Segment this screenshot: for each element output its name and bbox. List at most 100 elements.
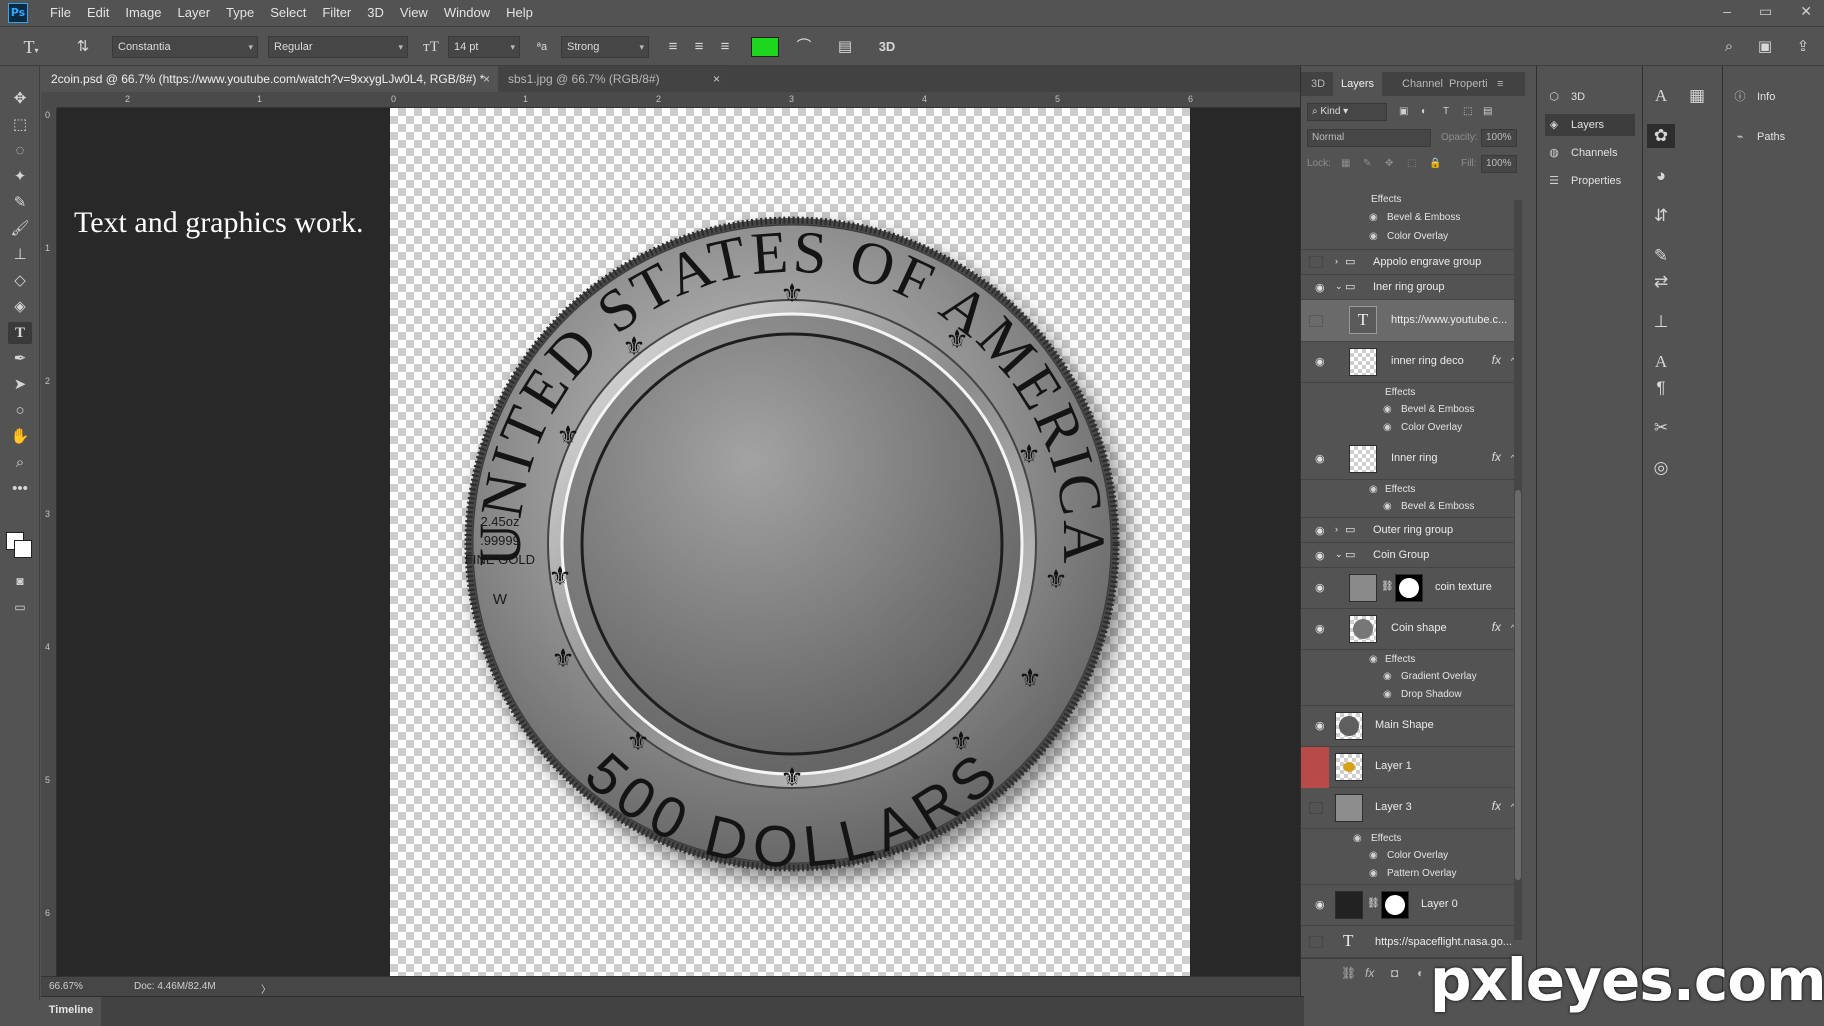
gear-icon[interactable]: ✿ xyxy=(1647,124,1675,148)
layer-row[interactable]: ◉ ⛓ coin texture xyxy=(1301,568,1521,609)
collapse-icon[interactable]: ⌄ xyxy=(1335,281,1343,292)
background-color-swatch[interactable] xyxy=(14,540,32,558)
eye-icon[interactable]: ◉ xyxy=(1383,422,1392,433)
ellipse-tool-icon[interactable]: ○ xyxy=(8,400,32,422)
brush-icon[interactable]: ✎ xyxy=(1647,244,1675,268)
lock-move-icon[interactable]: ✥ xyxy=(1385,158,1393,169)
dock-3d[interactable]: ⬡ 3D xyxy=(1545,86,1635,108)
menu-image[interactable]: Image xyxy=(117,0,169,25)
dock-channels[interactable]: ◍ Channels xyxy=(1545,142,1635,164)
effect-gradient-overlay[interactable]: Gradient Overlay xyxy=(1401,671,1477,682)
brush-tool-icon[interactable]: 🖌 xyxy=(8,218,32,240)
dock-properties[interactable]: ☰ Properties xyxy=(1545,170,1635,192)
scrollbar-thumb[interactable] xyxy=(1515,490,1521,880)
layer-row[interactable]: ◉ Main Shape xyxy=(1301,706,1521,747)
menu-select[interactable]: Select xyxy=(262,0,314,25)
kind-filter-select[interactable]: ⌕ Kind ▾ xyxy=(1307,103,1387,121)
eye-icon[interactable]: ◉ xyxy=(1315,281,1325,294)
effect-bevel-emboss[interactable]: Bevel & Emboss xyxy=(1401,501,1474,512)
eye-icon[interactable]: ◉ xyxy=(1315,452,1325,465)
table-icon[interactable]: ▦ xyxy=(1683,84,1711,108)
layer-name[interactable]: Appolo engrave group xyxy=(1373,256,1481,268)
layer-row[interactable]: ◉ › ▭ Outer ring group xyxy=(1301,518,1521,543)
document-canvas[interactable]: UNITED STATES OF AMERICA 500 DOLLARS 2.4… xyxy=(390,108,1190,976)
layer-name[interactable]: https://www.youtube.c... xyxy=(1391,314,1507,326)
tab-close-icon[interactable]: × xyxy=(713,66,720,92)
visibility-toggle[interactable] xyxy=(1309,315,1323,327)
text-tool-preset-icon[interactable]: T▾ xyxy=(18,36,44,58)
collapse-icon[interactable]: ⌄ xyxy=(1335,549,1343,560)
fx-icon[interactable]: fx xyxy=(1492,450,1501,464)
filter-adjustment-icon[interactable]: ◐ xyxy=(1421,106,1427,117)
character-icon[interactable]: A xyxy=(1647,84,1675,108)
dock-info[interactable]: ⓘ Info xyxy=(1731,86,1821,108)
layer-row[interactable]: ◉ Coin shape fx ^ xyxy=(1301,609,1521,650)
type-tool-icon[interactable]: T xyxy=(8,322,32,344)
filter-smart-icon[interactable]: ▤ xyxy=(1483,106,1492,117)
layer-name[interactable]: Layer 3 xyxy=(1375,801,1412,813)
eye-icon[interactable]: ◉ xyxy=(1383,501,1392,512)
eye-icon[interactable]: ◉ xyxy=(1353,833,1362,844)
effect-bevel-emboss[interactable]: Bevel & Emboss xyxy=(1401,404,1474,415)
minimize-icon[interactable]: – xyxy=(1723,3,1731,19)
search-icon[interactable]: ⌕ xyxy=(1718,36,1740,58)
layers-scrollbar[interactable] xyxy=(1514,200,1522,940)
layer-mask-thumbnail[interactable] xyxy=(1381,891,1409,919)
layer-name[interactable]: Outer ring group xyxy=(1373,524,1453,536)
screen-mode-icon[interactable]: ▭ xyxy=(8,596,32,618)
hand-tool-icon[interactable]: ✋ xyxy=(8,426,32,448)
share-icon[interactable]: ⇪ xyxy=(1792,36,1814,58)
text-color-swatch[interactable] xyxy=(751,37,779,57)
layer-row[interactable]: Layer 3 fx ^ xyxy=(1301,788,1521,829)
font-family-select[interactable]: Constantia ▾ xyxy=(112,36,258,58)
effect-drop-shadow[interactable]: Drop Shadow xyxy=(1401,689,1462,700)
eye-icon[interactable]: ◉ xyxy=(1383,689,1392,700)
expand-icon[interactable]: › xyxy=(1335,524,1338,534)
filter-pixel-icon[interactable]: ▣ xyxy=(1399,106,1408,117)
tab-properties[interactable]: Properti xyxy=(1449,72,1488,96)
eye-icon[interactable]: ◉ xyxy=(1315,581,1325,594)
anti-alias-select[interactable]: Strong ▾ xyxy=(561,36,649,58)
layer-mask-thumbnail[interactable] xyxy=(1395,574,1423,602)
zoom-tool-icon[interactable]: ⌕ xyxy=(8,452,32,474)
layer-row[interactable]: ◉ inner ring deco fx ^ xyxy=(1301,342,1521,383)
layer-name[interactable]: Iner ring group xyxy=(1373,281,1445,293)
eye-icon[interactable]: ◉ xyxy=(1383,404,1392,415)
layer-row[interactable]: Layer 1 xyxy=(1301,747,1521,788)
lasso-tool-icon[interactable]: ◌ xyxy=(8,140,32,162)
tab-2coin-psd[interactable]: 2coin.psd @ 66.7% (https://www.youtube.c… xyxy=(41,66,498,92)
align-left-icon[interactable]: ≡ xyxy=(662,36,684,58)
layer-name[interactable]: inner ring deco xyxy=(1391,355,1464,367)
layer-name[interactable]: Coin shape xyxy=(1391,622,1447,634)
menu-type[interactable]: Type xyxy=(218,0,262,25)
lock-all-icon[interactable]: 🔒 xyxy=(1429,158,1441,169)
eye-icon[interactable]: ◉ xyxy=(1369,868,1378,879)
quick-mask-icon[interactable]: ◙ xyxy=(8,570,32,592)
tools-icon[interactable]: ✂ xyxy=(1647,416,1675,440)
menu-edit[interactable]: Edit xyxy=(79,0,117,25)
effect-color-overlay[interactable]: Color Overlay xyxy=(1387,850,1448,861)
close-icon[interactable]: ✕ xyxy=(1800,3,1812,20)
menu-help[interactable]: Help xyxy=(498,0,541,25)
opacity-input[interactable]: 100% xyxy=(1481,129,1517,147)
tab-close-icon[interactable]: × xyxy=(483,66,490,92)
clone-source-icon[interactable]: ⊥ xyxy=(1647,310,1675,334)
dock-layers[interactable]: ◈ Layers xyxy=(1545,114,1635,136)
visibility-toggle[interactable] xyxy=(1309,936,1323,948)
zoom-level[interactable]: 66.67% xyxy=(49,981,83,992)
canvas-area[interactable]: Text and graphics work. UNITED STATES OF… xyxy=(57,108,1300,976)
eye-icon[interactable]: ◉ xyxy=(1369,484,1378,495)
layer-name[interactable]: Main Shape xyxy=(1375,719,1434,731)
eye-icon[interactable]: ◉ xyxy=(1369,850,1378,861)
text-orientation-icon[interactable]: ⇅ xyxy=(72,36,94,58)
layer-row[interactable]: ◉ ⌄ ▭ Iner ring group xyxy=(1301,275,1521,300)
brush-settings-icon[interactable]: ⇄ xyxy=(1647,270,1675,294)
align-center-icon[interactable]: ≡ xyxy=(688,36,710,58)
magic-wand-tool-icon[interactable]: ✦ xyxy=(8,166,32,188)
restore-icon[interactable]: ▭ xyxy=(1759,3,1772,20)
filter-shape-icon[interactable]: ⬚ xyxy=(1463,106,1472,117)
layer-row-selected[interactable]: T https://www.youtube.c... xyxy=(1301,300,1521,342)
marquee-tool-icon[interactable]: ⬚ xyxy=(8,114,32,136)
path-select-tool-icon[interactable]: ➤ xyxy=(8,374,32,396)
effect-pattern-overlay[interactable]: Pattern Overlay xyxy=(1387,868,1456,879)
